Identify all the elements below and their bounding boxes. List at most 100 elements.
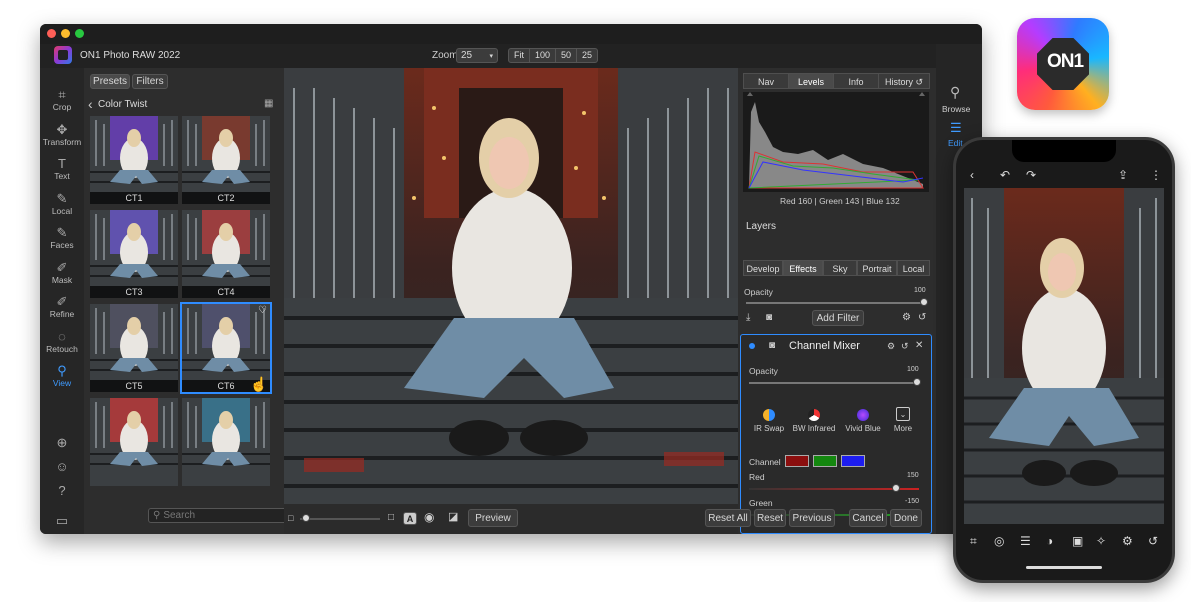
tool-crop[interactable]: ⌗ Crop	[40, 88, 84, 113]
red-knob[interactable]	[892, 484, 900, 492]
app-window: ON1 Photo RAW 2022 Zoom 25 ▾ Fit 100 50 …	[40, 24, 982, 534]
preset-thumb[interactable]: CT4	[182, 210, 270, 298]
preview-button[interactable]: Preview	[468, 509, 518, 527]
crop-icon[interactable]: ⌗	[970, 534, 977, 549]
gear-icon[interactable]: ⚙	[902, 312, 911, 323]
tab-info[interactable]: Info	[833, 73, 879, 89]
opacity-slider[interactable]	[746, 302, 922, 304]
search-placeholder: Search	[163, 510, 196, 521]
app-logo-icon	[54, 46, 72, 64]
filters-icon[interactable]: ▣	[1072, 534, 1083, 548]
compare-icon[interactable]: ◪	[448, 510, 458, 523]
mask-icon[interactable]: ◑	[1046, 534, 1053, 548]
tab-presets[interactable]: Presets	[90, 74, 130, 89]
preset-ir-swap[interactable]: IR Swap	[749, 409, 789, 433]
reset-button[interactable]: Reset	[754, 509, 786, 527]
browse-label[interactable]: Browse	[942, 104, 970, 114]
auto-icon[interactable]: ◎	[994, 534, 1004, 548]
grid-view-icon[interactable]: ▦	[264, 98, 273, 109]
reset-icon[interactable]: ↺	[918, 312, 926, 323]
preset-thumb[interactable]	[182, 398, 270, 486]
filter-opacity-knob[interactable]	[913, 378, 921, 386]
filter-opacity-slider[interactable]	[749, 382, 917, 384]
settings-icon[interactable]: ⚙	[1122, 534, 1133, 548]
reset-icon[interactable]: ↺	[1148, 534, 1158, 548]
tool-view[interactable]: ⚲ View	[40, 364, 84, 389]
preset-thumb[interactable]: CT6 ♡ ☝	[180, 302, 272, 394]
thumb-size-knob[interactable]	[302, 514, 310, 522]
favorite-heart-icon[interactable]: ♡	[258, 305, 267, 316]
mask-layer-icon[interactable]: ◙	[766, 312, 772, 323]
tab-history[interactable]: History ↺	[878, 73, 930, 89]
adjust-icon[interactable]: ☰	[1020, 534, 1031, 548]
tab-local[interactable]: Local	[897, 260, 930, 276]
channel-blue-swatch[interactable]	[841, 455, 865, 467]
opacity-knob[interactable]	[920, 298, 928, 306]
preset-thumb[interactable]	[90, 398, 178, 486]
more-icon[interactable]: ⋮	[1150, 168, 1162, 182]
browse-icon[interactable]: ⚲	[950, 84, 960, 101]
zoom-select[interactable]: 25 ▾	[456, 48, 498, 63]
panel-toggle-icon[interactable]: ▭	[40, 514, 84, 528]
preset-thumb[interactable]: CT5	[90, 304, 178, 392]
tool-mask[interactable]: ✐ Mask	[40, 261, 84, 286]
filter-gear-icon[interactable]: ⚙	[887, 341, 895, 352]
filter-reset-icon[interactable]: ↺	[901, 341, 909, 352]
people-icon[interactable]: ☺	[40, 460, 84, 474]
thumb-size-slider[interactable]	[300, 518, 380, 520]
tool-faces[interactable]: ✎ Faces	[40, 226, 84, 251]
zoom-25-button[interactable]: 25	[577, 49, 597, 62]
channel-green-swatch[interactable]	[813, 455, 837, 467]
tab-sky[interactable]: Sky	[823, 260, 857, 276]
add-filter-button[interactable]: Add Filter	[812, 310, 864, 326]
zoom-window-button[interactable]	[75, 29, 84, 38]
zoom-50-button[interactable]: 50	[556, 49, 578, 62]
tab-levels[interactable]: Levels	[788, 73, 834, 89]
back-icon[interactable]: ‹	[970, 168, 974, 182]
preset-more[interactable]: ⌄ More	[887, 407, 919, 433]
minimize-window-button[interactable]	[61, 29, 70, 38]
tab-effects[interactable]: Effects	[783, 260, 823, 276]
preset-thumb[interactable]: CT1	[90, 116, 178, 204]
retouch-icon[interactable]: ✧	[1096, 534, 1106, 548]
undo-icon[interactable]: ↶	[1000, 168, 1010, 182]
close-icon[interactable]: ✕	[915, 340, 923, 351]
back-chevron-icon[interactable]: ‹	[88, 96, 93, 112]
reset-all-button[interactable]: Reset All	[705, 509, 751, 527]
bw-infrared-icon	[808, 409, 820, 421]
tab-develop[interactable]: Develop	[743, 260, 783, 276]
move-icon: ✥	[56, 122, 68, 137]
channel-label: Channel	[749, 457, 781, 467]
tool-retouch[interactable]: ◌ Retouch	[40, 329, 84, 355]
tool-local[interactable]: ✎ Local	[40, 192, 84, 217]
cancel-button[interactable]: Cancel	[849, 509, 887, 527]
channel-red-swatch[interactable]	[785, 455, 809, 467]
download-icon[interactable]: ⤓	[746, 312, 750, 323]
tool-refine[interactable]: ✐ Refine	[40, 295, 84, 320]
help-icon[interactable]: ?	[40, 484, 84, 498]
edit-icon[interactable]: ☰	[950, 120, 962, 136]
tab-nav[interactable]: Nav	[743, 73, 789, 89]
tab-portrait[interactable]: Portrait	[857, 260, 897, 276]
preset-bw-infrared[interactable]: BW Infrared	[789, 409, 839, 433]
search-input[interactable]: ⚲ Search	[148, 508, 298, 523]
target-icon[interactable]: ⊕	[40, 436, 84, 450]
preset-thumb[interactable]: CT2	[182, 116, 270, 204]
label-badge[interactable]: A	[403, 512, 417, 525]
circle-mask-icon[interactable]: ◉	[424, 510, 434, 524]
tool-transform[interactable]: ✥ Transform	[40, 122, 84, 148]
zoom-fit-button[interactable]: Fit	[509, 49, 530, 62]
zoom-100-button[interactable]: 100	[530, 49, 557, 62]
preset-thumb[interactable]: CT3	[90, 210, 178, 298]
preset-vivid-blue[interactable]: Vivid Blue	[841, 409, 885, 433]
share-icon[interactable]: ⇪	[1118, 168, 1128, 182]
tool-text[interactable]: T Text	[40, 157, 84, 182]
previous-button[interactable]: Previous	[789, 509, 835, 527]
close-window-button[interactable]	[47, 29, 56, 38]
done-button[interactable]: Done	[890, 509, 922, 527]
retouch-icon: ◌	[58, 329, 66, 344]
filter-mask-icon[interactable]: ◙	[769, 340, 775, 351]
photo-canvas[interactable]	[284, 68, 738, 504]
redo-icon[interactable]: ↷	[1026, 168, 1036, 182]
tab-filters[interactable]: Filters	[132, 74, 168, 89]
